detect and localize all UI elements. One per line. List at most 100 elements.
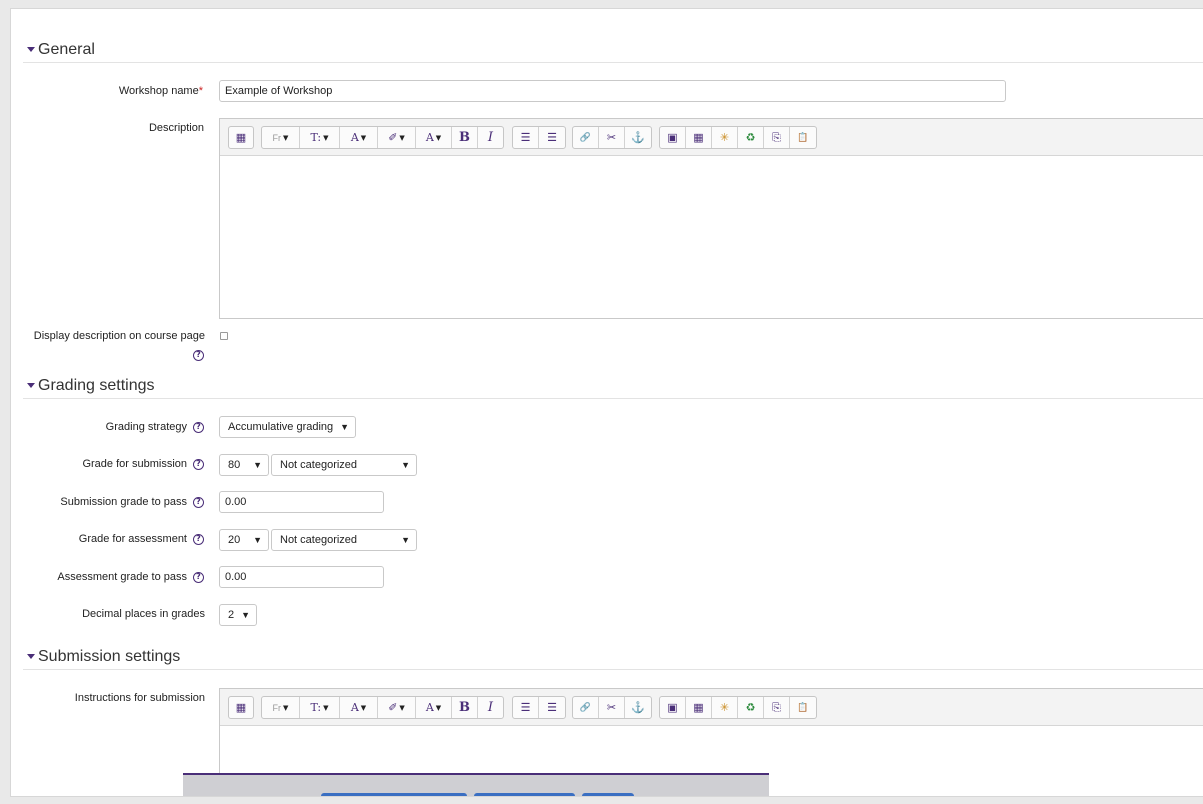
description-editor[interactable]: ▦ Fr▼ T:▼ A▼ ✐▼ A▼ B I ☰ ☰ 🔗 ✂ ⚓ ▣	[219, 118, 1203, 319]
display-description-checkbox[interactable]	[220, 332, 228, 340]
recycle-icon: ♻	[745, 701, 756, 714]
recycle-button[interactable]: ♻	[738, 127, 764, 148]
media-button[interactable]: ▦	[686, 127, 712, 148]
bullet-list-button[interactable]: ☰	[513, 127, 539, 148]
manage-files-button[interactable]: ⎘	[764, 127, 790, 148]
paste-button[interactable]: 📋	[790, 697, 816, 718]
cancel-button[interactable]	[582, 793, 634, 796]
numbered-list-button[interactable]: ☰	[539, 697, 565, 718]
font-family-button[interactable]: Fr ▼	[262, 697, 300, 718]
grade-submission-label: Grade for submission	[82, 458, 187, 470]
grading-strategy-value: Accumulative grading	[228, 421, 334, 433]
toolbar-group-format: Fr ▼ T: ▼ A ▼ ✐ ▼ A ▼ B I	[261, 696, 504, 719]
grade-assessment-category-select[interactable]: Not categorized ▼	[271, 529, 417, 551]
link-icon: 🔗	[579, 132, 592, 143]
grade-submission-select[interactable]: 80 ▼	[219, 454, 269, 476]
section-grading[interactable]: Grading settings	[23, 373, 1203, 399]
paste-icon: 📋	[797, 702, 809, 713]
link-button[interactable]: 🔗	[573, 697, 599, 718]
toolbar-group-links: 🔗 ✂ ⚓	[572, 126, 652, 149]
help-icon[interactable]: ?	[193, 350, 204, 361]
font-size-button[interactable]: T: ▼	[300, 127, 340, 148]
highlight-button[interactable]: ✐ ▼	[378, 697, 416, 718]
grade-assessment-select[interactable]: 20 ▼	[219, 529, 269, 551]
chevron-down-icon: ▼	[253, 460, 262, 470]
link-icon: 🔗	[579, 702, 592, 713]
emoticon-button[interactable]: ✳	[712, 697, 738, 718]
manage-files-button[interactable]: ⎘	[764, 697, 790, 718]
toolbar-toggle-icon[interactable]: ▦	[229, 127, 253, 148]
font-family-button[interactable]: Fr ▼	[262, 127, 300, 148]
editor-toolbar: ▦ Fr▼ T:▼ A▼ ✐▼ A▼ B I ☰ ☰ 🔗 ✂ ⚓ ▣	[220, 689, 1203, 726]
bullet-list-button[interactable]: ☰	[513, 697, 539, 718]
anchor-button[interactable]: ⚓	[625, 697, 651, 718]
bold-button[interactable]: B	[452, 697, 478, 718]
image-button[interactable]: ▣	[660, 697, 686, 718]
unlink-button[interactable]: ✂	[599, 697, 625, 718]
styles-button[interactable]: A ▼	[416, 127, 452, 148]
workshop-name-input[interactable]: Example of Workshop	[219, 80, 1006, 102]
italic-icon: I	[487, 130, 494, 145]
bullet-list-icon: ☰	[520, 131, 531, 144]
toolbar-group-toggle: ▦	[228, 696, 254, 719]
assessment-pass-label: Assessment grade to pass	[57, 571, 187, 583]
chevron-down-icon: ▼	[253, 535, 262, 545]
submission-pass-input[interactable]: 0.00	[219, 491, 384, 513]
recycle-icon: ♻	[745, 131, 756, 144]
section-submission-title: Submission settings	[38, 647, 181, 665]
bold-icon: B	[459, 130, 470, 145]
italic-button[interactable]: I	[478, 127, 503, 148]
toolbar-group-insert: ▣ ▦ ✳ ♻ ⎘ 📋	[659, 696, 817, 719]
display-description-label: Display description on course page	[33, 330, 205, 342]
description-text-area[interactable]	[220, 156, 1203, 318]
emoticon-button[interactable]: ✳	[712, 127, 738, 148]
help-icon[interactable]: ?	[193, 572, 204, 583]
save-display-button[interactable]	[474, 793, 575, 796]
paste-button[interactable]: 📋	[790, 127, 816, 148]
font-size-icon: T:	[310, 131, 322, 144]
font-size-button[interactable]: T: ▼	[300, 697, 340, 718]
decimal-places-select[interactable]: 2 ▼	[219, 604, 257, 626]
grade-submission-category-select[interactable]: Not categorized ▼	[271, 454, 417, 476]
section-submission[interactable]: Submission settings	[23, 644, 1203, 670]
chevron-down-icon: ▼	[283, 133, 289, 142]
bold-button[interactable]: B	[452, 127, 478, 148]
section-general[interactable]: General	[23, 37, 1203, 63]
workshop-name-label-text: Workshop name	[118, 85, 199, 97]
toolbar-group-links: 🔗 ✂ ⚓	[572, 696, 652, 719]
anchor-icon: ⚓	[631, 131, 645, 144]
grading-strategy-select[interactable]: Accumulative grading ▼	[219, 416, 356, 438]
bold-icon: B	[459, 700, 470, 715]
chevron-down-icon: ▼	[401, 460, 410, 470]
submission-pass-label: Submission grade to pass	[60, 496, 187, 508]
styles-button[interactable]: A ▼	[416, 697, 452, 718]
assessment-pass-input[interactable]: 0.00	[219, 566, 384, 588]
toolbar-toggle-icon[interactable]: ▦	[229, 697, 253, 718]
help-icon[interactable]: ?	[193, 497, 204, 508]
decimal-places-label: Decimal places in grades	[82, 608, 205, 620]
anchor-icon: ⚓	[631, 701, 645, 714]
help-icon[interactable]: ?	[193, 422, 204, 433]
numbered-list-button[interactable]: ☰	[539, 127, 565, 148]
unlink-button[interactable]: ✂	[599, 127, 625, 148]
grade-assessment-category-value: Not categorized	[280, 534, 358, 546]
chevron-down-icon: ▼	[401, 535, 410, 545]
text-color-button[interactable]: A ▼	[340, 127, 378, 148]
chevron-down-icon: ▼	[399, 133, 405, 142]
link-button[interactable]: 🔗	[573, 127, 599, 148]
paste-icon: 📋	[797, 132, 809, 143]
toolbar-group-toggle: ▦	[228, 126, 254, 149]
italic-button[interactable]: I	[478, 697, 503, 718]
grade-assessment-value: 20	[228, 534, 241, 546]
emoticon-icon: ✳	[719, 131, 730, 144]
text-color-button[interactable]: A ▼	[340, 697, 378, 718]
help-icon[interactable]: ?	[193, 459, 204, 470]
help-icon[interactable]: ?	[193, 534, 204, 545]
image-button[interactable]: ▣	[660, 127, 686, 148]
media-button[interactable]: ▦	[686, 697, 712, 718]
anchor-button[interactable]: ⚓	[625, 127, 651, 148]
save-return-button[interactable]	[321, 793, 467, 796]
recycle-button[interactable]: ♻	[738, 697, 764, 718]
highlight-button[interactable]: ✐ ▼	[378, 127, 416, 148]
chevron-down-icon: ▼	[435, 133, 442, 142]
